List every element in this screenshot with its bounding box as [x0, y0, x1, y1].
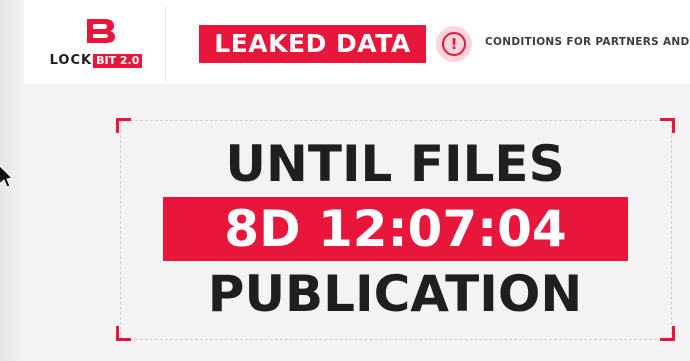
panel-corner-bottom-left — [116, 326, 131, 341]
site-logo[interactable]: LOCK BIT 2.0 — [27, 6, 166, 82]
until-files-heading: UNTIL FILES — [225, 135, 565, 193]
publication-heading: PUBLICATION — [207, 265, 583, 323]
panel-corner-bottom-right — [660, 326, 675, 341]
leaked-data-nav-button[interactable]: LEAKED DATA — [199, 25, 426, 63]
exclamation-glyph: ! — [442, 32, 466, 56]
mouse-cursor-icon — [0, 165, 14, 188]
logo-word: LOCK — [49, 53, 93, 68]
lockbit-logo-icon — [87, 19, 115, 43]
panel-corner-top-left — [116, 118, 131, 133]
logo-wordmark: LOCK BIT 2.0 — [27, 52, 165, 68]
countdown-timer: 8D 12:07:04 — [224, 200, 567, 258]
conditions-for-partners-link[interactable]: CONDITIONS FOR PARTNERS AND C — [485, 36, 690, 48]
exclamation-circle-icon[interactable]: ! — [436, 26, 472, 62]
panel-corner-top-right — [660, 118, 675, 133]
logo-badge: BIT 2.0 — [93, 54, 143, 68]
